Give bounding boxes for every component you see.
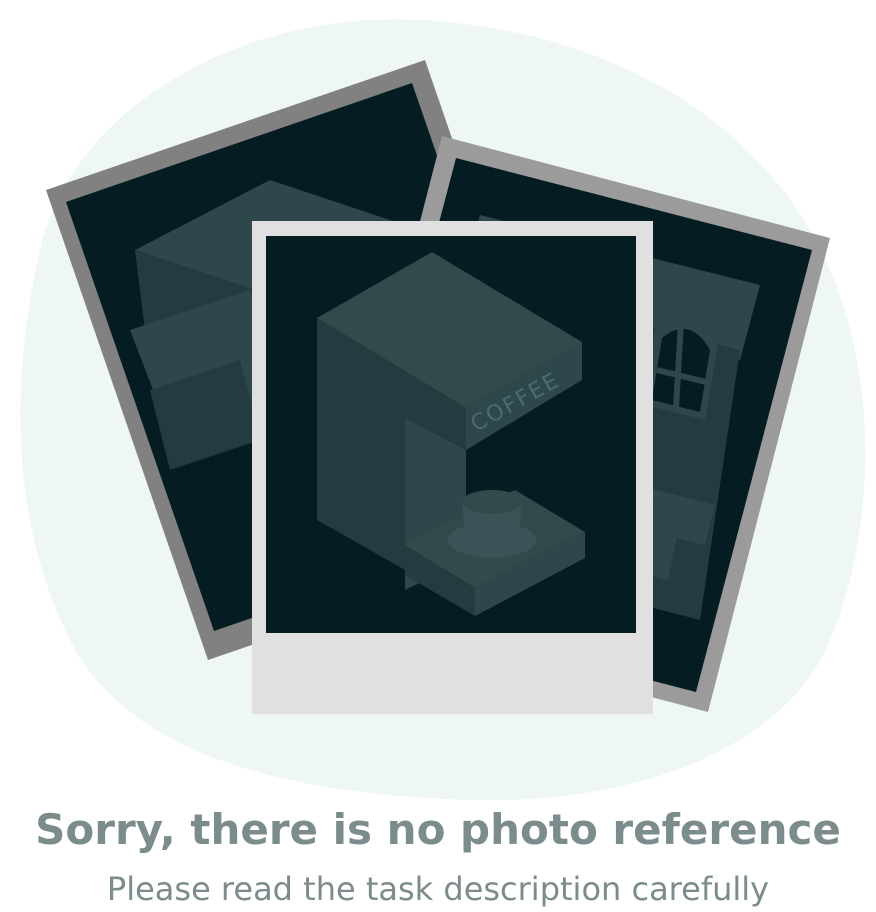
- empty-state: COFFEE Sorry, there is no photo referenc…: [0, 0, 876, 912]
- no-photo-title: Sorry, there is no photo reference: [35, 805, 841, 854]
- front-photo: COFFEE: [252, 221, 653, 714]
- no-photo-illustration: COFFEE: [20, 19, 866, 800]
- no-photo-subtitle: Please read the task description careful…: [106, 870, 770, 908]
- arched-window: [645, 318, 718, 420]
